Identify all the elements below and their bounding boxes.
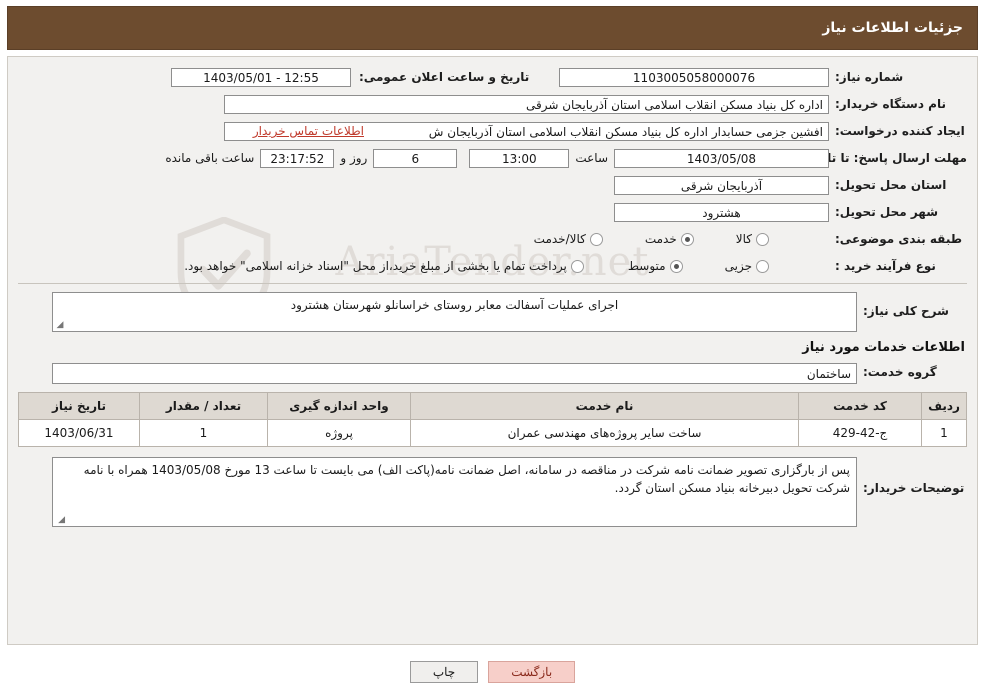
buyer-notes-section: توضیحات خریدار: پس از بارگزاری تصویر ضما… — [8, 447, 977, 527]
requester-label: ایجاد کننده درخواست: — [835, 124, 965, 138]
remaining-days-value: 6 — [373, 148, 458, 168]
back-button[interactable]: بازگشت — [488, 661, 576, 683]
announce-datetime-label: تاریخ و ساعت اعلان عمومی: — [359, 70, 530, 84]
radio-khedmat-icon[interactable] — [680, 232, 694, 246]
province-label: استان محل تحویل: — [835, 178, 947, 192]
remaining-suffix-label: ساعت باقی مانده — [165, 151, 255, 165]
contact-info-link[interactable]: اطلاعات تماس خریدار — [253, 124, 364, 138]
th-name: نام خدمت — [410, 392, 799, 420]
general-description-value: اجرای عملیات آسفالت معابر روستای خراسانل… — [290, 298, 619, 312]
radio-motavaset-icon[interactable] — [669, 259, 683, 273]
buyer-org-value: اداره کل بنیاد مسکن انقلاب اسلامی استان … — [224, 94, 829, 114]
resize-grip-icon[interactable]: ◢ — [55, 320, 65, 330]
cell-unit: پروژه — [267, 419, 411, 447]
city-label: شهر محل تحویل: — [835, 205, 939, 219]
footer-buttons: بازگشت چاپ — [0, 661, 985, 683]
row-city: شهر محل تحویل: هشترود — [18, 202, 967, 222]
deadline-label: مهلت ارسال پاسخ: تا تاریخ: — [802, 150, 967, 165]
deadline-date-value: 1403/05/08 — [614, 148, 829, 168]
remaining-time-value: 23:17:52 — [260, 148, 335, 168]
cell-name: ساخت سایر پروژه‌های مهندسی عمران — [410, 419, 799, 447]
th-qty: تعداد / مقدار — [139, 392, 268, 420]
th-code: کد خدمت — [798, 392, 922, 420]
city-value: هشترود — [614, 202, 829, 222]
process-note-row: پرداخت تمام یا بخشی از مبلغ خرید،از محل … — [182, 259, 584, 273]
buyer-org-label: نام دستگاه خریدار: — [835, 97, 946, 111]
remaining-days-label: روز و — [340, 151, 368, 165]
cell-row: 1 — [921, 419, 967, 447]
buyer-notes-label: توضیحات خریدار: — [863, 481, 965, 495]
row-general-description: شرح کلی نیاز: اجرای عملیات آسفالت معابر … — [18, 292, 967, 332]
row-category: طبقه بندی موضوعی: کالا خدمت کالا/خدمت — [18, 229, 967, 249]
buyer-notes-value: پس از بارگزاری تصویر ضمانت نامه شرکت در … — [83, 463, 850, 495]
radio-kala-khedmat-icon[interactable] — [589, 232, 603, 246]
process-option-motavaset-label: متوسط — [627, 259, 666, 273]
buyer-notes-value-box[interactable]: پس از بارگزاری تصویر ضمانت نامه شرکت در … — [52, 457, 857, 527]
radio-kala-icon[interactable] — [756, 232, 769, 246]
service-group-label: گروه خدمت: — [863, 365, 937, 379]
need-number-value: 1103005058000076 — [559, 67, 829, 87]
description-section: شرح کلی نیاز: اجرای عملیات آسفالت معابر … — [8, 284, 977, 384]
table-header-row: ردیف کد خدمت نام خدمت واحد اندازه گیری ت… — [18, 392, 967, 420]
category-option-kala[interactable]: کالا — [734, 232, 769, 246]
cell-code: ج-42-429 — [798, 419, 922, 447]
announce-datetime-value: 12:55 - 1403/05/01 — [171, 67, 351, 87]
process-option-jozii[interactable]: جزیی — [723, 259, 769, 273]
row-service-group: گروه خدمت: ساختمان — [18, 363, 967, 384]
category-option-kala-label: کالا — [735, 232, 752, 246]
radio-treasury-note-icon[interactable] — [570, 259, 584, 273]
row-buyer-notes: توضیحات خریدار: پس از بارگزاری تصویر ضما… — [18, 457, 967, 527]
services-section-title: اطلاعات خدمات مورد نیاز — [802, 340, 965, 355]
page-title: جزئیات اطلاعات نیاز — [822, 20, 963, 36]
province-value: آذربایجان شرقی — [614, 175, 829, 195]
deadline-hour-value: 13:00 — [469, 148, 570, 168]
row-need-number: شماره نیاز: 1103005058000076 تاریخ و ساع… — [18, 67, 967, 87]
cell-date: 1403/06/31 — [18, 419, 140, 447]
th-row: ردیف — [921, 392, 967, 420]
top-form: شماره نیاز: 1103005058000076 تاریخ و ساع… — [8, 57, 977, 284]
general-description-label: شرح کلی نیاز: — [863, 304, 949, 318]
row-requester: ایجاد کننده درخواست: افشین جزمی حسابدار … — [18, 121, 967, 141]
process-option-jozii-label: جزیی — [724, 259, 752, 273]
page-header: جزئیات اطلاعات نیاز — [7, 6, 978, 50]
category-option-khedmat[interactable]: خدمت — [643, 232, 694, 246]
process-option-motavaset[interactable]: متوسط — [626, 259, 683, 273]
process-label: نوع فرآیند خرید : — [835, 259, 936, 273]
category-option-kala-khedmat-label: کالا/خدمت — [533, 232, 586, 246]
row-province: استان محل تحویل: آذربایجان شرقی — [18, 175, 967, 195]
print-button[interactable]: چاپ — [409, 661, 479, 683]
category-option-kala-khedmat[interactable]: کالا/خدمت — [532, 232, 603, 246]
th-date: تاریخ نیاز — [18, 392, 140, 420]
page-root: جزئیات اطلاعات نیاز AriaTender.net شماره… — [0, 0, 985, 691]
services-table: ردیف کد خدمت نام خدمت واحد اندازه گیری ت… — [18, 392, 967, 447]
need-number-label: شماره نیاز: — [835, 70, 904, 84]
deadline-hour-label: ساعت — [575, 151, 608, 165]
category-option-khedmat-label: خدمت — [644, 232, 677, 246]
row-deadline: مهلت ارسال پاسخ: تا تاریخ: 1403/05/08 سا… — [18, 148, 967, 168]
category-label: طبقه بندی موضوعی: — [835, 232, 963, 246]
services-table-wrap: ردیف کد خدمت نام خدمت واحد اندازه گیری ت… — [8, 392, 977, 447]
row-process-type: نوع فرآیند خرید : جزیی متوسط پرداخت تمام… — [18, 256, 967, 276]
th-unit: واحد اندازه گیری — [267, 392, 411, 420]
resize-grip-icon-notes[interactable]: ◢ — [55, 515, 65, 525]
table-row: 1 ج-42-429 ساخت سایر پروژه‌های مهندسی عم… — [18, 419, 967, 447]
service-group-value: ساختمان — [52, 363, 857, 384]
general-description-value-box[interactable]: اجرای عملیات آسفالت معابر روستای خراسانل… — [52, 292, 857, 332]
process-note-text: پرداخت تمام یا بخشی از مبلغ خرید،از محل … — [184, 259, 567, 273]
cell-qty: 1 — [139, 419, 268, 447]
row-buyer-org: نام دستگاه خریدار: اداره کل بنیاد مسکن ا… — [18, 94, 967, 114]
details-panel: AriaTender.net شماره نیاز: 1103005058000… — [7, 56, 978, 645]
radio-jozii-icon[interactable] — [756, 259, 769, 273]
